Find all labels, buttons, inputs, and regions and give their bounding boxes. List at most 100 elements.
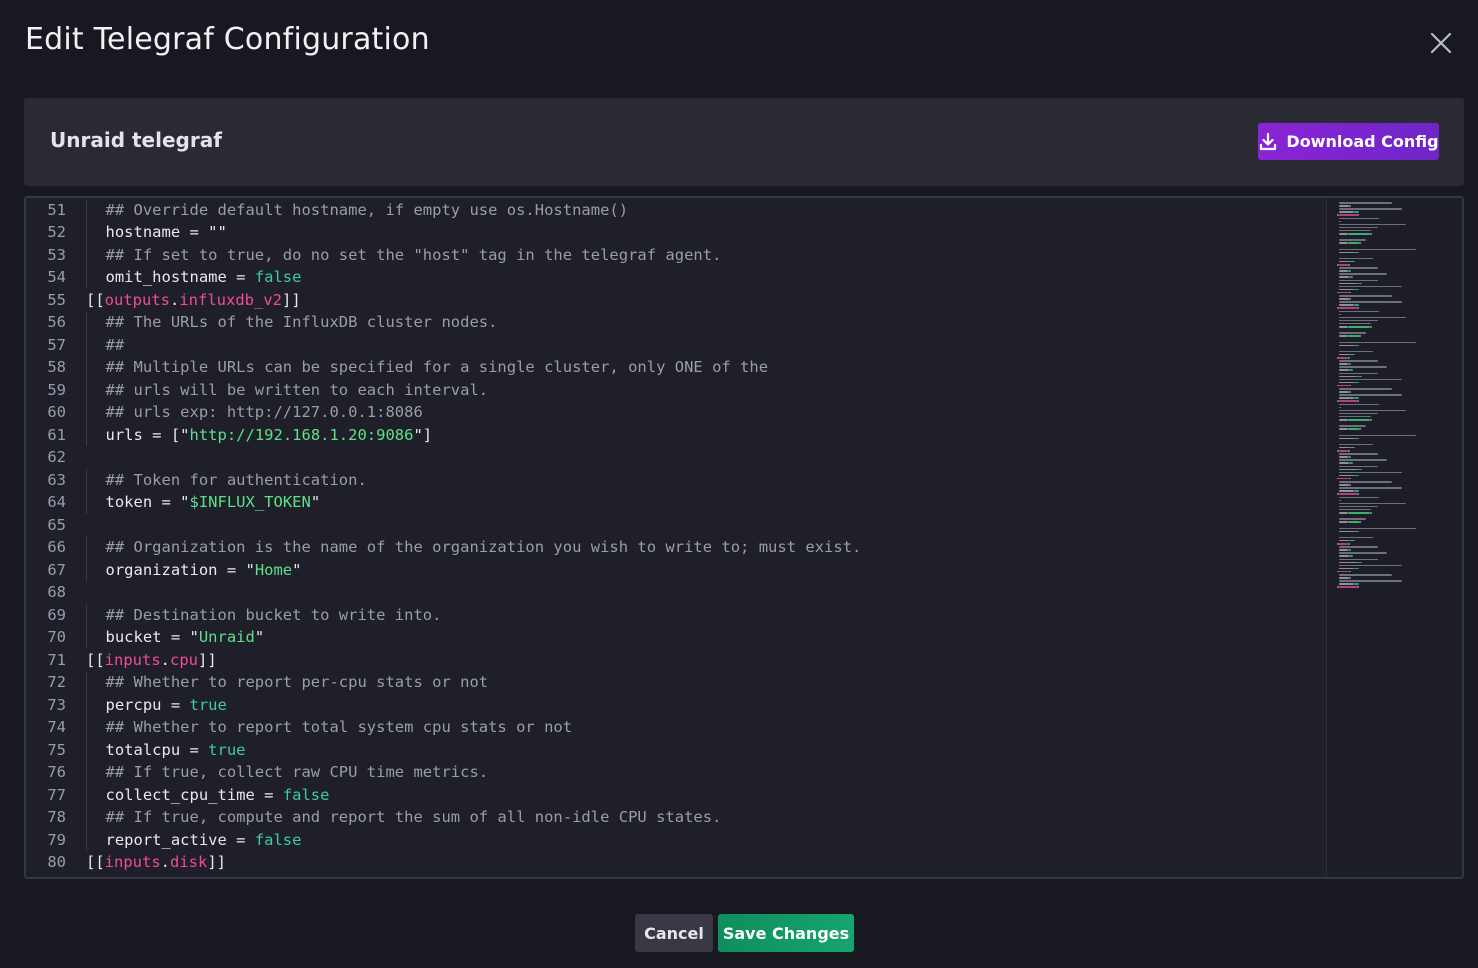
minimap-mark	[1346, 493, 1357, 495]
minimap-mark	[1354, 260, 1356, 263]
minimap-mark	[1339, 217, 1379, 220]
minimap-mark	[1356, 400, 1359, 402]
code-token: influxdb_v2	[179, 290, 282, 309]
minimap-mark	[1339, 577, 1350, 579]
minimap-mark	[1347, 428, 1360, 430]
minimap-mark	[1349, 477, 1352, 480]
code-token: token = "	[105, 493, 190, 511]
code-token: ## The URLs of the InfluxDB cluster node…	[105, 313, 498, 331]
minimap-mark	[1339, 437, 1355, 440]
minimap-mark	[1338, 543, 1345, 545]
code-token: [[	[86, 650, 105, 669]
minimap-mark	[1339, 462, 1350, 464]
indent-guide	[86, 558, 87, 581]
code-token: "	[254, 628, 265, 646]
code-token: .	[170, 290, 180, 309]
minimap-mark	[1339, 381, 1355, 384]
code-line: ## Organization is the name of the organ…	[106, 536, 862, 559]
minimap-mark	[1354, 397, 1359, 399]
config-header-panel: Unraid telegraf Download Config	[24, 98, 1464, 186]
minimap-mark	[1339, 583, 1355, 585]
minimap-mark	[1346, 307, 1357, 309]
line-number: 52	[47, 223, 66, 241]
indent-guide	[86, 198, 87, 221]
minimap-mark	[1347, 456, 1352, 458]
code-token: ## If true, collect raw CPU time metrics…	[105, 763, 489, 781]
code-line: ##	[106, 334, 125, 357]
minimap-mark	[1338, 450, 1345, 452]
line-number: 77	[47, 785, 66, 804]
minimap-mark	[1339, 295, 1393, 297]
minimap-mark	[1338, 291, 1345, 294]
code-line: percpu = true	[106, 694, 227, 717]
minimap-mark	[1349, 462, 1354, 464]
minimap-mark	[1339, 446, 1349, 449]
minimap-mark	[1339, 202, 1393, 204]
indent-guide	[86, 401, 87, 424]
line-number: 74	[47, 718, 66, 736]
cancel-button[interactable]: Cancel	[635, 914, 713, 952]
minimap-mark	[1339, 332, 1366, 334]
minimap-mark	[1346, 400, 1357, 402]
minimap-mark	[1339, 301, 1402, 303]
minimap-mark	[1349, 276, 1354, 278]
code-token: ## Organization is the name of the organ…	[105, 538, 862, 556]
line-number: 61	[47, 425, 66, 444]
minimap-mark	[1339, 248, 1416, 251]
minimap-mark	[1339, 484, 1350, 486]
indent-guide	[86, 266, 87, 289]
minimap-mark	[1339, 223, 1407, 226]
save-changes-button[interactable]: Save Changes	[718, 914, 854, 952]
minimap-mark	[1349, 291, 1352, 294]
minimap-mark	[1339, 322, 1372, 325]
code-editor[interactable]: 51 52 53 54 55 56 57 58 59 60 61 62 63 64 65 66 67 68 69 70…	[24, 196, 1464, 879]
line-number: 65	[47, 515, 66, 534]
minimap[interactable]	[1326, 198, 1462, 877]
minimap-mark	[1339, 425, 1366, 427]
download-config-button[interactable]: Download Config	[1258, 123, 1439, 160]
minimap-mark	[1347, 233, 1371, 235]
indent-guide	[86, 333, 87, 356]
minimap-mark	[1339, 350, 1374, 353]
minimap-mark	[1358, 344, 1359, 347]
minimap-mark	[1356, 586, 1359, 588]
minimap-mark	[1370, 326, 1373, 328]
line-number: 79	[47, 830, 66, 849]
minimap-mark	[1339, 208, 1402, 210]
line-number: 73	[47, 695, 66, 714]
line-number: 70	[47, 628, 66, 646]
code-token: outputs	[104, 290, 170, 309]
minimap-mark	[1359, 242, 1361, 244]
minimap-mark	[1354, 539, 1356, 542]
minimap-mark	[1339, 536, 1374, 539]
minimap-mark	[1349, 391, 1352, 393]
line-number: 55	[47, 290, 66, 309]
code-token: Unraid	[198, 628, 255, 646]
minimap-mark	[1339, 375, 1358, 378]
indent-guide	[86, 378, 87, 401]
indent-guide	[86, 671, 87, 694]
indent-guide	[86, 311, 87, 334]
minimap-mark	[1347, 512, 1371, 514]
minimap-mark	[1339, 239, 1366, 241]
minimap-mark	[1338, 493, 1346, 495]
code-area[interactable]: ## Override default hostname, if empty u…	[86, 198, 1324, 877]
code-token: .	[160, 650, 171, 669]
code-token: [[	[86, 853, 105, 871]
minimap-mark	[1357, 282, 1362, 285]
indent-guide	[86, 806, 87, 829]
code-token: inputs	[104, 853, 161, 871]
minimap-mark	[1339, 481, 1393, 483]
minimap-mark	[1339, 229, 1372, 232]
code-token: http://192.168.1.20:9086	[189, 425, 414, 444]
code-token: "	[310, 493, 321, 511]
line-number-gutter: 51 52 53 54 55 56 57 58 59 60 61 62 63 64 65 66 67 68 69 70…	[26, 198, 84, 877]
minimap-mark	[1339, 502, 1407, 505]
line-number: 68	[47, 583, 66, 601]
minimap-mark	[1338, 214, 1346, 216]
minimap-mark	[1359, 428, 1361, 430]
minimap-mark	[1339, 391, 1350, 393]
close-icon[interactable]	[1424, 26, 1458, 60]
minimap-mark	[1347, 419, 1371, 421]
minimap-mark	[1347, 335, 1360, 337]
